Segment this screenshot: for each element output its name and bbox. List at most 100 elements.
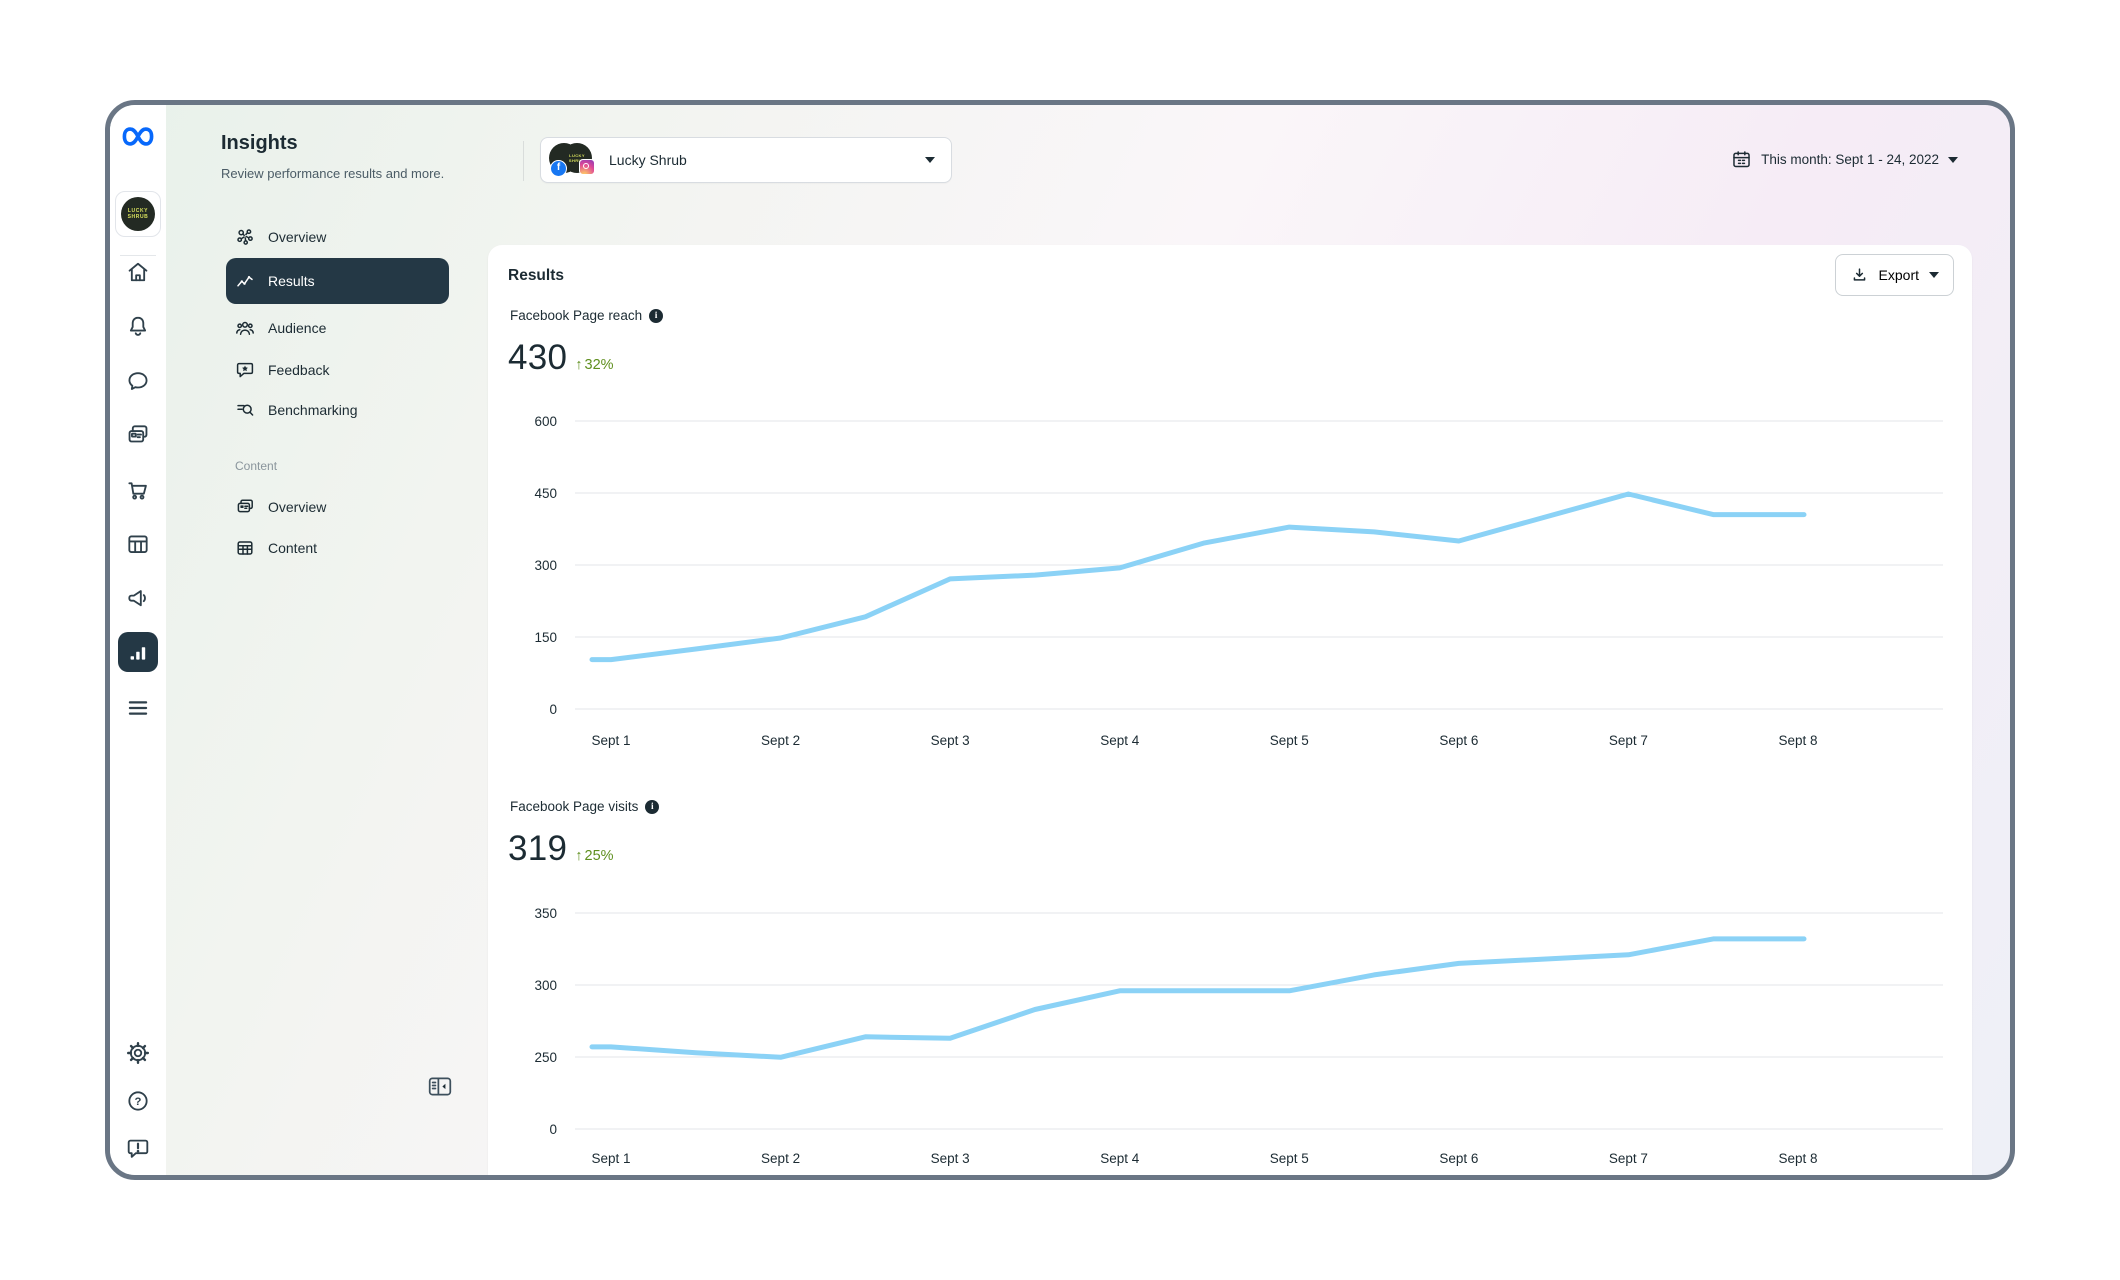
page-subtitle: Review performance results and more. xyxy=(221,166,444,181)
x-tick-label: Sept 5 xyxy=(1270,1151,1309,1166)
chevron-down-icon xyxy=(925,157,935,163)
settings-gear-icon[interactable] xyxy=(125,1040,151,1066)
sidebar-item-overview[interactable]: Overview xyxy=(226,217,449,257)
y-tick-label: 300 xyxy=(534,558,557,573)
rail-divider xyxy=(120,255,156,256)
content-table-icon xyxy=(235,538,255,558)
sidebar-item-benchmarking[interactable]: Benchmarking xyxy=(226,390,449,430)
chart1-title-row: Facebook Page reach xyxy=(510,308,663,323)
results-icon xyxy=(235,271,255,291)
y-tick-label: 0 xyxy=(549,1122,557,1137)
overview-icon xyxy=(235,227,255,247)
more-menu-icon[interactable] xyxy=(125,695,151,721)
business-selector-avatar: LUCKYSHRUB xyxy=(549,143,597,177)
feedback-star-icon xyxy=(235,360,255,380)
reach-line-chart: 0150300450600Sept 1Sept 2Sept 3Sept 4Sep… xyxy=(488,405,1972,757)
report-problem-icon[interactable] xyxy=(125,1135,151,1161)
commerce-cart-icon[interactable] xyxy=(125,477,151,503)
chart2-title-row: Facebook Page visits xyxy=(510,799,659,814)
content-overview-icon xyxy=(235,497,255,517)
x-tick-label: Sept 3 xyxy=(931,733,970,748)
messages-chat-icon[interactable] xyxy=(125,368,151,394)
sidebar-item-label: Feedback xyxy=(268,362,329,378)
business-name: Lucky Shrub xyxy=(609,152,687,168)
x-tick-label: Sept 4 xyxy=(1100,1151,1140,1166)
sidebar-item-label: Overview xyxy=(268,229,326,245)
x-tick-label: Sept 8 xyxy=(1778,733,1817,748)
y-tick-label: 350 xyxy=(534,906,557,921)
business-selector[interactable]: LUCKYSHRUB Lucky Shrub xyxy=(540,137,952,183)
sidebar-item-results[interactable]: Results xyxy=(226,258,449,304)
lucky-shrub-avatar: LUCKYSHRUB xyxy=(121,197,155,231)
chart2-headline: 319 ↑25% xyxy=(508,830,614,868)
ads-megaphone-icon[interactable] xyxy=(125,585,151,611)
facebook-badge-icon xyxy=(550,160,567,177)
export-button[interactable]: Export xyxy=(1835,254,1954,296)
visits-value: 319 xyxy=(508,830,567,868)
download-icon xyxy=(1850,266,1869,285)
x-tick-label: Sept 8 xyxy=(1778,1151,1817,1166)
help-question-icon[interactable]: ? xyxy=(125,1088,151,1114)
x-tick-label: Sept 1 xyxy=(591,1151,630,1166)
planner-table-icon[interactable] xyxy=(125,531,151,557)
audience-icon xyxy=(235,318,255,338)
insights-barchart-icon-active[interactable] xyxy=(118,632,158,672)
sidebar-item-label: Overview xyxy=(268,499,326,515)
posts-cards-icon[interactable] xyxy=(125,422,151,448)
benchmarking-search-icon xyxy=(235,400,255,420)
up-arrow-icon: ↑ xyxy=(575,848,582,864)
data-line xyxy=(592,939,1804,1057)
x-tick-label: Sept 5 xyxy=(1270,733,1309,748)
x-tick-label: Sept 7 xyxy=(1609,1151,1648,1166)
reach-value: 430 xyxy=(508,339,567,377)
header-divider xyxy=(523,141,524,181)
home-icon[interactable] xyxy=(125,259,151,285)
sidebar-item-content-overview[interactable]: Overview xyxy=(226,487,449,527)
results-card-title: Results xyxy=(508,267,564,285)
sidebar-item-feedback[interactable]: Feedback xyxy=(226,350,449,390)
date-range-label: This month: Sept 1 - 24, 2022 xyxy=(1761,152,1939,167)
y-tick-label: 600 xyxy=(534,414,557,429)
results-card: Results Export Facebook Page reach 430 ↑… xyxy=(488,245,1972,1175)
app-window: LUCKYSHRUB xyxy=(105,100,2015,1180)
visits-change: ↑25% xyxy=(575,848,613,868)
y-tick-label: 250 xyxy=(534,1050,557,1065)
x-tick-label: Sept 6 xyxy=(1439,733,1478,748)
icon-rail: LUCKYSHRUB xyxy=(110,105,166,1175)
instagram-badge-icon xyxy=(579,159,595,175)
sidebar-item-content[interactable]: Content xyxy=(226,528,449,568)
y-tick-label: 150 xyxy=(534,630,557,645)
chevron-down-icon xyxy=(1929,272,1939,278)
reach-change: ↑32% xyxy=(575,357,613,377)
x-tick-label: Sept 7 xyxy=(1609,733,1648,748)
export-label: Export xyxy=(1879,267,1919,283)
up-arrow-icon: ↑ xyxy=(575,357,582,373)
sidebar-item-label: Content xyxy=(268,540,317,556)
collapse-sidebar-icon[interactable] xyxy=(427,1074,453,1100)
svg-text:?: ? xyxy=(135,1096,142,1108)
sidebar-item-label: Audience xyxy=(268,320,326,336)
x-tick-label: Sept 2 xyxy=(761,733,800,748)
calendar-icon xyxy=(1731,149,1752,170)
meta-logo[interactable] xyxy=(121,120,155,152)
sidebar-item-label: Results xyxy=(268,273,315,289)
y-tick-label: 300 xyxy=(534,978,557,993)
notifications-bell-icon[interactable] xyxy=(125,313,151,339)
info-icon[interactable] xyxy=(645,800,659,814)
sidebar-section-label: Content xyxy=(235,459,277,473)
x-tick-label: Sept 6 xyxy=(1439,1151,1478,1166)
x-tick-label: Sept 2 xyxy=(761,1151,800,1166)
x-tick-label: Sept 3 xyxy=(931,1151,970,1166)
info-icon[interactable] xyxy=(649,309,663,323)
sidebar-item-label: Benchmarking xyxy=(268,402,358,418)
sidebar-item-audience[interactable]: Audience xyxy=(226,308,449,348)
x-tick-label: Sept 1 xyxy=(591,733,630,748)
chart2-title: Facebook Page visits xyxy=(510,799,638,814)
chart1-title: Facebook Page reach xyxy=(510,308,642,323)
date-range-selector[interactable]: This month: Sept 1 - 24, 2022 xyxy=(1731,149,1958,170)
business-avatar-button[interactable]: LUCKYSHRUB xyxy=(115,191,161,237)
page-title: Insights xyxy=(221,132,298,155)
x-tick-label: Sept 4 xyxy=(1100,733,1140,748)
y-tick-label: 450 xyxy=(534,486,557,501)
visits-line-chart: 0 250 300 350 Sept 1 Sept 2 Sept 3 Sept 4 Sept 5… xyxy=(488,895,1972,1180)
